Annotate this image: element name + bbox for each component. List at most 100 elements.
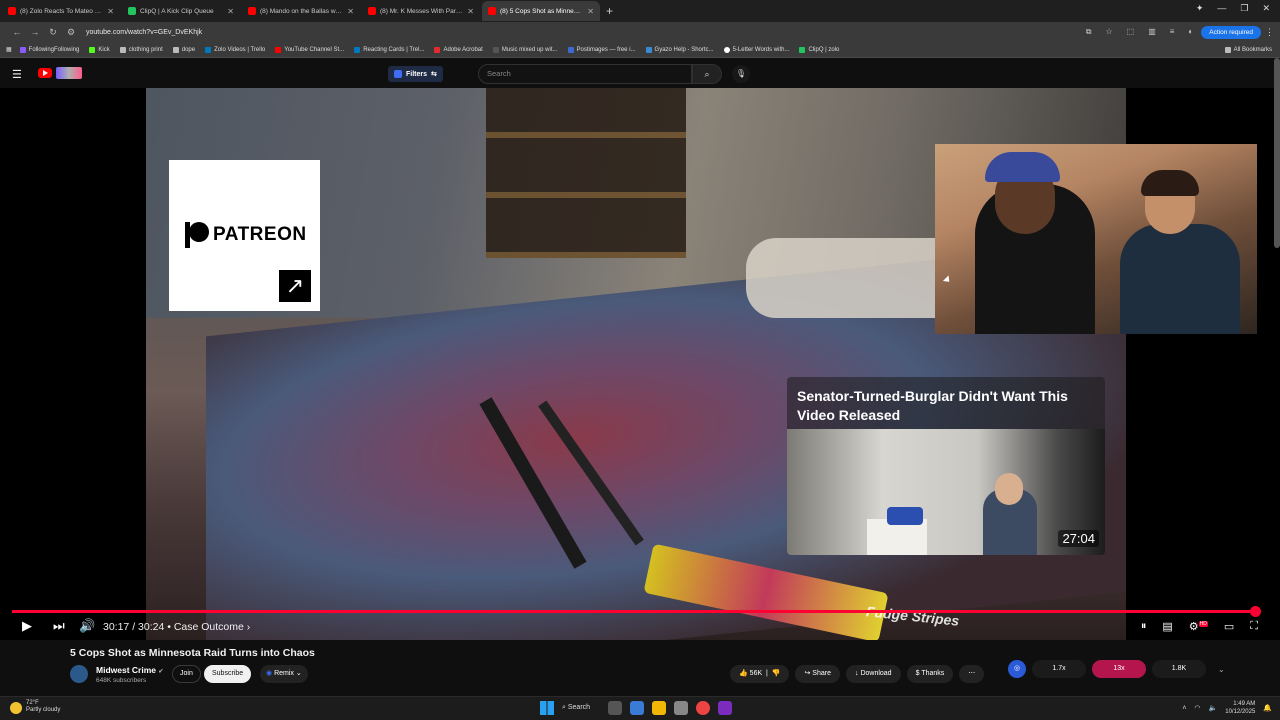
bookmark-item[interactable]: Postimages — free i...: [567, 46, 636, 53]
folder-icon: [1224, 46, 1231, 53]
progress-bar[interactable]: [12, 606, 1261, 617]
media-icon[interactable]: ≡: [1170, 27, 1175, 37]
menu-icon[interactable]: ☰: [12, 68, 22, 81]
browser-tab-active[interactable]: (8) 5 Cops Shot as Minnesota ✕: [482, 1, 600, 21]
bookmark-item[interactable]: Gyazo Help - Shortc...: [645, 46, 714, 53]
reload-icon[interactable]: ↻: [44, 27, 62, 38]
bookmark-star-icon[interactable]: ☆: [1105, 27, 1112, 37]
filters-button[interactable]: Filters ⇆: [388, 66, 443, 82]
browser-menu-icon[interactable]: ⋮: [1265, 27, 1274, 38]
browser-tab[interactable]: (8) Mr. K Messes With Paris in ✕: [362, 1, 480, 21]
tray-chevron-icon[interactable]: ˄: [1182, 705, 1186, 712]
chrome-icon[interactable]: [696, 701, 710, 715]
all-bookmarks-button[interactable]: All Bookmarks: [1224, 46, 1272, 53]
bookmark-folder[interactable]: clothing print: [119, 46, 163, 53]
browser-tab[interactable]: (8) Mando on the Ballas withou ✕: [242, 1, 360, 21]
taskbar-search[interactable]: ⌕ Search: [562, 704, 600, 712]
stat-pill: 1.7x: [1032, 660, 1086, 678]
youtube-doodle-logo[interactable]: [56, 67, 82, 79]
copilot-icon[interactable]: [630, 701, 644, 715]
progress-fill: [12, 610, 1252, 613]
thanks-button[interactable]: $ Thanks: [906, 665, 954, 683]
close-tab-icon[interactable]: ✕: [587, 7, 594, 16]
join-button[interactable]: Join: [172, 665, 201, 683]
youtube-icon: [275, 46, 282, 53]
subscribe-button[interactable]: Subscribe: [204, 665, 252, 683]
patreon-card[interactable]: PATREON ↗: [169, 160, 320, 311]
maximize-icon[interactable]: ❐: [1240, 3, 1248, 14]
volume-tray-icon[interactable]: 🔈: [1209, 704, 1218, 712]
system-clock[interactable]: 1:49 AM 10/12/2025: [1225, 700, 1255, 716]
notifications-icon[interactable]: 🔔: [1263, 704, 1272, 712]
apps-icon[interactable]: ▦: [6, 46, 12, 53]
bookmark-item[interactable]: Music mixed up wit...: [492, 46, 558, 53]
theater-mode-icon[interactable]: ▭: [1224, 620, 1234, 633]
channel-name[interactable]: Midwest Crime ✔: [96, 665, 163, 675]
back-icon[interactable]: ←: [8, 27, 26, 37]
bookmark-item[interactable]: 5-Letter Words with...: [723, 46, 789, 53]
bookmark-item[interactable]: Adobe Acrobat: [434, 46, 483, 53]
install-app-icon[interactable]: ⧉: [1086, 27, 1092, 37]
chevron-down-icon[interactable]: ⌄: [1218, 665, 1225, 674]
extensions-icon[interactable]: ⬚: [1127, 27, 1135, 37]
volume-icon[interactable]: 🔊: [79, 618, 95, 634]
bookmark-item[interactable]: FollowingFollowing: [19, 46, 79, 53]
wifi-icon[interactable]: ◠: [1194, 704, 1200, 712]
search-icon[interactable]: ⌕: [692, 64, 722, 84]
video-title: 5 Cops Shot as Minnesota Raid Turns into…: [70, 647, 315, 659]
close-tab-icon[interactable]: ✕: [107, 7, 114, 16]
action-required-button[interactable]: Action required: [1201, 25, 1261, 39]
temperature: 72°F: [26, 700, 39, 706]
thumbs-down-icon[interactable]: 👎: [772, 670, 781, 677]
microphone-icon[interactable]: 🎙: [732, 65, 750, 83]
settings-icon[interactable]: ⚙HD: [1189, 620, 1208, 633]
close-tab-icon[interactable]: ✕: [467, 7, 474, 16]
remix-button[interactable]: ◉ Remix ⌄: [260, 665, 308, 683]
next-icon[interactable]: ⏭: [53, 618, 65, 634]
time-display[interactable]: 30:17 / 30:24 • Case Outcome ›: [103, 621, 250, 633]
bookmark-item[interactable]: Reacting Cards | Trel...: [354, 46, 424, 53]
tab-title: (8) Mando on the Ballas withou: [260, 7, 344, 15]
bookmark-item[interactable]: Zolo Videos | Trello: [205, 46, 265, 53]
end-screen-suggested-video[interactable]: Senator-Turned-Burglar Didn't Want This …: [787, 377, 1105, 555]
browser-tab[interactable]: (8) Zolo Reacts To Mateo Shooti ✕: [2, 1, 120, 21]
file-explorer-icon[interactable]: [652, 701, 666, 715]
subtitles-icon[interactable]: ▤: [1162, 620, 1172, 633]
app-icon[interactable]: [674, 701, 688, 715]
download-button[interactable]: ↓ Download: [845, 665, 901, 683]
page-scrollbar[interactable]: [1274, 58, 1280, 248]
play-icon[interactable]: ▶: [22, 618, 32, 634]
like-button[interactable]: 👍 56K | 👎: [730, 665, 790, 683]
more-actions-button[interactable]: ⋯: [959, 665, 985, 683]
external-link-icon[interactable]: ↗: [279, 270, 311, 302]
autoplay-toggle-icon[interactable]: ⏸: [1141, 620, 1147, 633]
bookmark-item[interactable]: Kick: [89, 46, 110, 53]
site-info-icon[interactable]: ⚙: [62, 27, 80, 38]
folder-icon: [119, 46, 126, 53]
close-tab-icon[interactable]: ✕: [227, 7, 234, 16]
bookmark-item[interactable]: ClipQ | zolo: [799, 46, 839, 53]
account-icon[interactable]: ◐: [1188, 27, 1193, 37]
task-view-icon[interactable]: [608, 701, 622, 715]
minimize-icon[interactable]: —: [1217, 3, 1226, 14]
new-tab-icon[interactable]: +: [606, 4, 613, 18]
extension-logo-icon[interactable]: ◎: [1008, 660, 1026, 678]
search-input[interactable]: Search: [478, 64, 692, 84]
windows-start-icon[interactable]: [540, 701, 554, 715]
weather-widget[interactable]: 72°F Partly cloudy: [10, 700, 60, 714]
browser-tab[interactable]: ClipQ | A Kick Clip Queue ✕: [122, 1, 240, 21]
sidepanel-icon[interactable]: ▥: [1148, 27, 1156, 37]
bookmark-item[interactable]: YouTube Channel St...: [275, 46, 344, 53]
youtube-logo-icon[interactable]: [38, 68, 52, 78]
profile-icon[interactable]: ✦: [1196, 3, 1204, 14]
forward-icon[interactable]: →: [26, 27, 44, 37]
share-button[interactable]: ↪ Share: [795, 665, 840, 683]
bookmark-folder[interactable]: dope: [172, 46, 195, 53]
close-tab-icon[interactable]: ✕: [347, 7, 354, 16]
app-icon[interactable]: [718, 701, 732, 715]
video-player[interactable]: Fudge Stripes PATREON ↗ Senator-Turned-B…: [0, 88, 1280, 640]
channel-avatar[interactable]: [70, 665, 88, 683]
close-window-icon[interactable]: ✕: [1262, 3, 1270, 14]
fullscreen-icon[interactable]: ⛶: [1250, 620, 1258, 633]
url-field[interactable]: youtube.com/watch?v=GEv_DvEKhjk: [86, 29, 1086, 36]
